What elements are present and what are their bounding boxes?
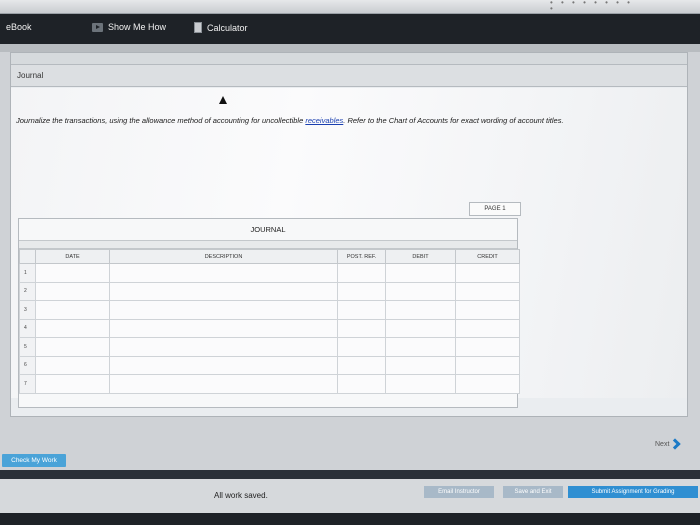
credit-cell[interactable] xyxy=(455,374,520,394)
credit-cell[interactable] xyxy=(455,263,520,283)
date-cell[interactable] xyxy=(35,318,110,338)
credit-cell[interactable] xyxy=(455,337,520,357)
credit-column-header: CREDIT xyxy=(455,249,520,264)
page-label: PAGE 1 xyxy=(469,202,521,216)
debit-column-header: DEBIT xyxy=(385,249,456,264)
table-row: 6 xyxy=(19,355,520,375)
credit-cell[interactable] xyxy=(455,300,520,320)
journal-table-container: JOURNAL DATE DESCRIPTION POST. REF. DEBI… xyxy=(18,218,520,408)
post-ref-cell[interactable] xyxy=(337,300,386,320)
post-ref-cell[interactable] xyxy=(337,337,386,357)
row-number: 3 xyxy=(19,300,36,320)
credit-cell[interactable] xyxy=(455,318,520,338)
ebook-button[interactable]: eBook xyxy=(6,22,32,32)
row-number-header xyxy=(19,249,36,264)
submit-assignment-button[interactable]: Submit Assignment for Grading xyxy=(568,486,698,498)
description-column-header: DESCRIPTION xyxy=(109,249,338,264)
post-ref-cell[interactable] xyxy=(337,263,386,283)
journal-panel: Journal Journalize the transactions, usi… xyxy=(10,52,688,417)
bottom-bar xyxy=(0,513,700,525)
journal-header-gap xyxy=(19,241,517,249)
toolbar-divider xyxy=(0,44,700,52)
ebook-label: eBook xyxy=(6,22,32,32)
save-and-exit-button[interactable]: Save and Exit xyxy=(503,486,563,498)
date-cell[interactable] xyxy=(35,355,110,375)
instructions-before-link: Journalize the transactions, using the a… xyxy=(16,116,306,125)
table-row: 4 xyxy=(19,318,520,338)
post-ref-column-header: POST. REF. xyxy=(337,249,386,264)
post-ref-cell[interactable] xyxy=(337,318,386,338)
debit-cell[interactable] xyxy=(385,355,456,375)
footer: All work saved. Email Instructor Save an… xyxy=(0,479,700,513)
row-number: 4 xyxy=(19,318,36,338)
calculator-label: Calculator xyxy=(207,22,248,33)
description-cell[interactable] xyxy=(109,374,338,394)
email-instructor-button[interactable]: Email Instructor xyxy=(424,486,494,498)
next-label: Next xyxy=(655,440,670,448)
footer-divider xyxy=(0,470,700,479)
mouse-cursor-icon xyxy=(219,96,227,104)
date-cell[interactable] xyxy=(35,263,110,283)
post-ref-cell[interactable] xyxy=(337,281,386,301)
credit-cell[interactable] xyxy=(455,281,520,301)
calculator-icon xyxy=(194,22,202,33)
table-row: 3 xyxy=(19,300,520,320)
description-cell[interactable] xyxy=(109,318,338,338)
table-row: 1 xyxy=(19,263,520,283)
journal-header-row: DATE DESCRIPTION POST. REF. DEBIT CREDIT xyxy=(19,249,520,264)
calculator-button[interactable]: Calculator xyxy=(194,22,248,33)
chevron-right-icon xyxy=(669,438,682,450)
table-row: 2 xyxy=(19,281,520,301)
instructions-text: Journalize the transactions, using the a… xyxy=(16,113,676,128)
debit-cell[interactable] xyxy=(385,263,456,283)
row-number: 2 xyxy=(19,281,36,301)
credit-cell[interactable] xyxy=(455,355,520,375)
journal-table: DATE DESCRIPTION POST. REF. DEBIT CREDIT… xyxy=(19,249,520,394)
receivables-link[interactable]: receivables xyxy=(305,116,343,125)
date-cell[interactable] xyxy=(35,337,110,357)
play-icon xyxy=(92,22,103,32)
date-cell[interactable] xyxy=(35,300,110,320)
next-button[interactable]: Next xyxy=(655,438,682,450)
panel-content: Journalize the transactions, using the a… xyxy=(11,88,687,408)
date-cell[interactable] xyxy=(35,281,110,301)
instructions-after-link: . Refer to the Chart of Accounts for exa… xyxy=(343,116,564,125)
panel-header-strip xyxy=(11,53,687,65)
table-row: 7 xyxy=(19,374,520,394)
row-number: 5 xyxy=(19,337,36,357)
window-dots-icon: • • • • • • • • • xyxy=(550,0,633,13)
debit-cell[interactable] xyxy=(385,300,456,320)
browser-top-strip: • • • • • • • • • xyxy=(0,0,700,14)
debit-cell[interactable] xyxy=(385,318,456,338)
check-my-work-button[interactable]: Check My Work xyxy=(2,454,66,467)
row-number: 1 xyxy=(19,263,36,283)
post-ref-cell[interactable] xyxy=(337,374,386,394)
debit-cell[interactable] xyxy=(385,337,456,357)
row-number: 7 xyxy=(19,374,36,394)
description-cell[interactable] xyxy=(109,355,338,375)
description-cell[interactable] xyxy=(109,337,338,357)
panel-title: Journal xyxy=(11,65,687,87)
post-ref-cell[interactable] xyxy=(337,355,386,375)
table-row: 5 xyxy=(19,337,520,357)
date-cell[interactable] xyxy=(35,374,110,394)
description-cell[interactable] xyxy=(109,281,338,301)
date-column-header: DATE xyxy=(35,249,110,264)
show-me-how-button[interactable]: Show Me How xyxy=(92,22,166,32)
debit-cell[interactable] xyxy=(385,374,456,394)
toolbar: eBook Show Me How Calculator xyxy=(0,14,700,44)
description-cell[interactable] xyxy=(109,300,338,320)
journal-title: JOURNAL xyxy=(19,219,517,241)
description-cell[interactable] xyxy=(109,263,338,283)
show-me-how-label: Show Me How xyxy=(108,22,167,32)
debit-cell[interactable] xyxy=(385,281,456,301)
row-number: 6 xyxy=(19,355,36,375)
save-status: All work saved. xyxy=(214,491,268,500)
